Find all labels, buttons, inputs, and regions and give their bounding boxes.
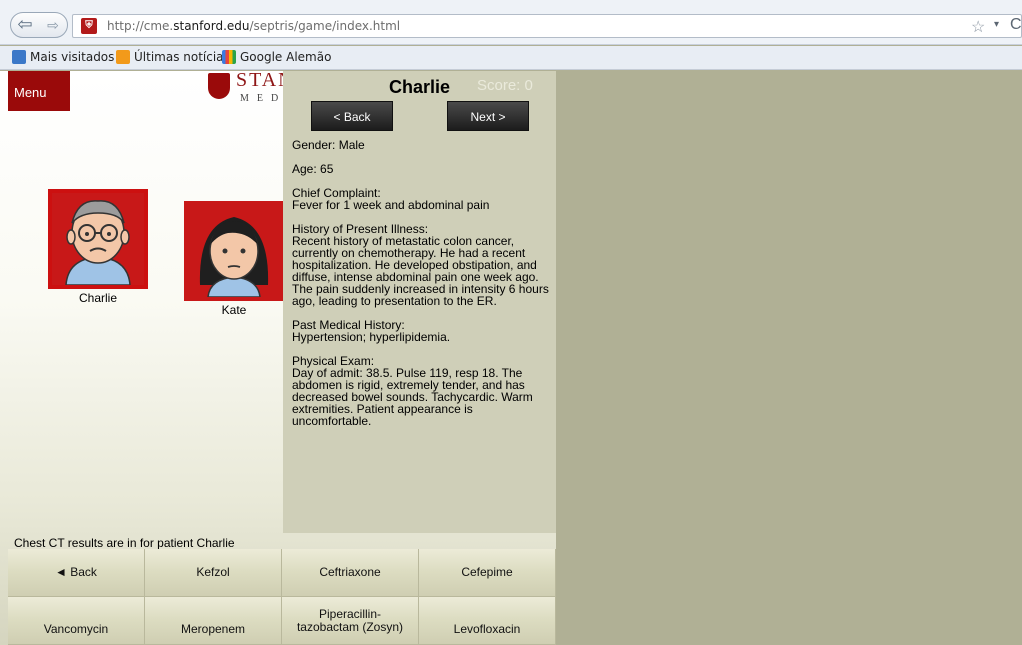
patient-card-kate[interactable]: Kate: [184, 201, 284, 317]
patient-info-panel: Charlie Score: 0 < Back Next > Gender: M…: [283, 71, 556, 533]
panel-next-button[interactable]: Next >: [447, 101, 529, 131]
bookmark-google[interactable]: Google Alemão: [222, 50, 331, 64]
site-favicon-icon: ⛨: [81, 18, 97, 34]
pmh-text: Hypertension; hyperlipidemia.: [292, 330, 451, 344]
drug-button-meropenem[interactable]: Meropenem: [145, 597, 282, 645]
browser-back-icon[interactable]: ⇦: [12, 13, 38, 37]
bookmarks-bar: Mais visitados Últimas notícias Google A…: [0, 46, 1022, 70]
google-icon: [222, 50, 236, 64]
drug-button-kefzol[interactable]: Kefzol: [145, 549, 282, 597]
drug-button-piperacillin[interactable]: Piperacillin-tazobactam (Zosyn): [282, 597, 419, 645]
exam-text: Day of admit: 38.5. Pulse 119, resp 18. …: [292, 366, 533, 428]
bookmark-folder-icon: [12, 50, 26, 64]
nav-buttons: ⇦ ⇨: [10, 12, 68, 38]
url-path: /septris/game/index.html: [249, 19, 401, 33]
drug-button-levofloxacin[interactable]: Levofloxacin: [419, 597, 556, 645]
bookmark-star-icon[interactable]: ☆: [971, 17, 985, 37]
bookmark-label: Google Alemão: [240, 50, 332, 64]
back-button[interactable]: ◄ Back: [8, 549, 145, 597]
drug-button-vancomycin[interactable]: Vancomycin: [8, 597, 145, 645]
patient-name: Charlie: [78, 291, 117, 305]
patient-details: Gender: Male Age: 65 Chief Complaint: Fe…: [292, 139, 554, 439]
old-man-icon: [52, 193, 144, 285]
address-bar[interactable]: ⛨ http://cme.stanford.edu/septris/game/i…: [72, 14, 1022, 38]
chief-complaint-text: Fever for 1 week and abdominal pain: [292, 198, 490, 212]
chevron-down-icon[interactable]: ▾: [994, 19, 999, 30]
patient-name: Kate: [221, 303, 247, 317]
patient-card-charlie[interactable]: Charlie: [48, 189, 148, 305]
patient-avatar[interactable]: [184, 201, 284, 301]
gender-text: Gender: Male: [292, 138, 365, 152]
bookmark-most-visited[interactable]: Mais visitados: [12, 50, 114, 64]
url-prefix: http://cme.: [107, 19, 174, 33]
status-message: Chest CT results are in for patient Char…: [14, 536, 235, 550]
panel-back-button[interactable]: < Back: [311, 101, 393, 131]
menu-button[interactable]: Menu: [8, 71, 70, 111]
url-domain: stanford.edu: [173, 19, 250, 33]
browser-toolbar: ⇦ ⇨ ⛨ http://cme.stanford.edu/septris/ga…: [0, 0, 1022, 45]
patient-avatar[interactable]: [48, 189, 148, 289]
drug-button-ceftriaxone[interactable]: Ceftriaxone: [282, 549, 419, 597]
hpi-text: Recent history of metastatic colon cance…: [292, 234, 549, 308]
drug-button-cefepime[interactable]: Cefepime: [419, 549, 556, 597]
url-text[interactable]: http://cme.stanford.edu/septris/game/ind…: [107, 19, 400, 33]
drug-button-grid: ◄ Back Kefzol Ceftriaxone Cefepime Vanco…: [8, 549, 556, 645]
panel-patient-name: Charlie: [389, 77, 451, 97]
age-text: Age: 65: [292, 162, 334, 176]
browser-forward-icon[interactable]: ⇨: [41, 13, 65, 37]
girl-icon: [188, 205, 280, 297]
bookmark-label: Mais visitados: [30, 50, 115, 64]
bookmark-latest-news[interactable]: Últimas notícias: [116, 50, 230, 64]
reload-icon[interactable]: C: [1010, 16, 1022, 34]
bookmark-label: Últimas notícias: [134, 50, 230, 64]
score-display: Score: 0: [477, 77, 533, 94]
shield-icon: [208, 73, 230, 99]
rss-feed-icon: [116, 50, 130, 64]
